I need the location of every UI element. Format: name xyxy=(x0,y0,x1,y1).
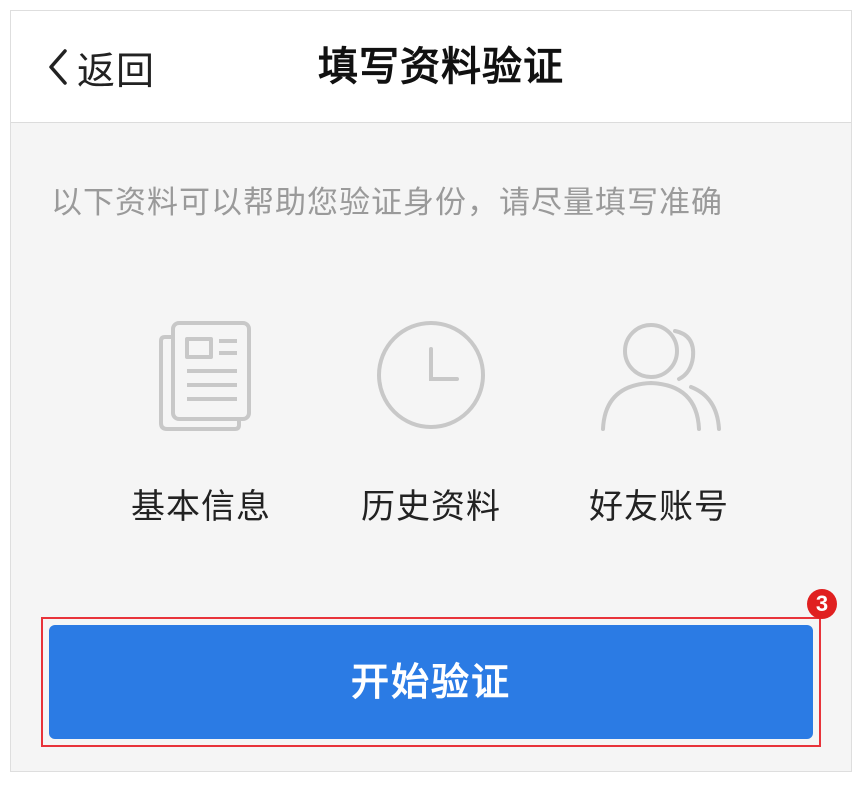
feature-label: 基本信息 xyxy=(131,487,271,527)
navigation-bar: 返回 填写资料验证 xyxy=(11,11,851,123)
verification-screen: 返回 填写资料验证 以下资料可以帮助您验证身份，请尽量填写准确 基本信息 历史资… xyxy=(10,10,852,772)
clock-icon xyxy=(361,311,501,441)
feature-basic-info: 基本信息 xyxy=(101,311,301,528)
verification-methods: 基本信息 历史资料 好友账号 xyxy=(11,311,851,531)
feature-friends: 好友账号 xyxy=(559,311,759,528)
feature-label: 历史资料 xyxy=(361,487,501,527)
hint-text: 以下资料可以帮助您验证身份，请尽量填写准确 xyxy=(51,185,723,221)
feature-label: 好友账号 xyxy=(589,487,729,527)
document-icon xyxy=(131,311,271,441)
page-title: 填写资料验证 xyxy=(318,44,564,90)
feature-history: 历史资料 xyxy=(331,311,531,528)
start-verification-button[interactable]: 开始验证 xyxy=(49,625,813,739)
step-badge: 3 xyxy=(807,589,837,619)
friends-icon xyxy=(589,311,729,441)
